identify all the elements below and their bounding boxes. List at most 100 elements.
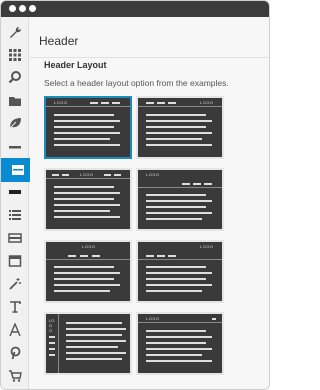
thumb-line	[54, 192, 120, 194]
section-title: Header Layout	[44, 60, 107, 70]
header-layout-option-3[interactable]: LOGO	[44, 168, 132, 231]
thumb-line	[146, 212, 212, 214]
window-control-dot[interactable]	[9, 5, 16, 12]
thumb-line	[146, 342, 206, 344]
thumb-nav	[146, 102, 154, 104]
thumb-nav	[157, 102, 165, 104]
thumb-line	[54, 290, 110, 292]
thumb-nav	[114, 174, 121, 176]
thumb-nav	[49, 348, 55, 350]
thumb-nav	[182, 183, 190, 185]
thumb-logo: LOGO	[146, 316, 160, 321]
section-description: Select a header layout option from the e…	[44, 78, 229, 88]
sidebar-item-footer[interactable]	[1, 180, 29, 204]
header-layout-option-4[interactable]: LOGO	[136, 168, 224, 231]
thumb-nav	[112, 102, 120, 104]
thumb-nav	[146, 255, 154, 257]
thumb-line	[146, 278, 206, 280]
thumb-logo: LOGO	[80, 172, 94, 177]
sidebar-item-leaf[interactable]	[1, 111, 29, 135]
sidebar-item-window[interactable]	[1, 249, 29, 273]
thumb-logo: LOGO	[146, 172, 160, 177]
thumb-nav	[80, 255, 88, 257]
sidebar-item-divider[interactable]	[1, 135, 29, 159]
thumb-line	[146, 330, 206, 332]
sidebar-item-grid[interactable]	[1, 43, 29, 67]
text-icon	[10, 301, 21, 313]
thumb-nav	[49, 342, 55, 344]
thumb-nav	[49, 336, 55, 338]
thumb-line	[54, 198, 114, 200]
folder-icon	[9, 97, 21, 106]
window-titlebar	[1, 1, 269, 17]
thumb-line	[146, 206, 206, 208]
thumb-line	[54, 216, 120, 218]
thumb-logo: LOGO	[200, 100, 214, 105]
magic-wand-icon	[9, 278, 21, 290]
thumb-line	[66, 328, 126, 330]
thumb-nav	[62, 174, 69, 176]
thumb-line	[146, 348, 212, 350]
header-layout-option-1[interactable]: LOGO	[44, 96, 132, 159]
thumb-logo: LOGO	[200, 244, 214, 249]
sidebar-item-folder[interactable]	[1, 89, 29, 113]
sidebar-item-wrench[interactable]	[1, 21, 29, 45]
thumb-line	[146, 120, 212, 122]
thumb-logo: LOGO	[82, 244, 96, 249]
sidebar-item-font[interactable]	[1, 318, 29, 342]
sidebar-item-pinterest[interactable]	[1, 341, 29, 365]
page-title: Header	[39, 34, 79, 48]
thumb-line	[54, 210, 110, 212]
thumb-line	[54, 114, 114, 116]
thumb-line	[66, 334, 122, 336]
pinterest-icon	[10, 346, 21, 360]
leaf-icon	[9, 118, 21, 129]
header-layout-option-5[interactable]: LOGO	[44, 240, 132, 303]
thumb-line	[66, 352, 126, 354]
thumb-nav	[68, 255, 76, 257]
thumb-nav	[157, 255, 165, 257]
header-layout-option-2[interactable]: LOGO	[136, 96, 224, 159]
thumb-line	[54, 186, 114, 188]
main-panel: Header Header Layout Select a header lay…	[30, 17, 269, 389]
sidebar-item-magic-wand[interactable]	[1, 272, 29, 296]
thumb-line	[146, 114, 206, 116]
thumb-nav	[49, 354, 55, 356]
header-layout-option-7[interactable]: LOGO	[44, 312, 132, 375]
thumb-line	[146, 200, 212, 202]
thumb-line	[54, 204, 120, 206]
divider-icon	[9, 146, 21, 149]
thumb-line	[146, 290, 202, 292]
sidebar-item-list[interactable]	[1, 203, 29, 227]
thumb-menu-toggle	[212, 318, 216, 320]
thumb-nav	[193, 183, 201, 185]
header-layout-option-6[interactable]: LOGO	[136, 240, 224, 303]
sidebar-item-cart[interactable]	[1, 364, 29, 388]
thumb-line	[54, 144, 120, 146]
thumb-nav	[52, 174, 59, 176]
thumb-line	[66, 358, 122, 360]
window-control-dot[interactable]	[19, 5, 26, 12]
title-divider	[30, 57, 269, 58]
thumb-line	[146, 194, 206, 196]
thumb-line	[146, 354, 202, 356]
menu-bar-icon	[8, 233, 22, 243]
window-icon	[8, 255, 22, 267]
header-layout-option-8[interactable]: LOGO	[136, 312, 224, 375]
thumb-line	[146, 284, 212, 286]
thumb-line	[146, 126, 206, 128]
header-icon	[12, 165, 24, 175]
window-control-dot[interactable]	[29, 5, 36, 12]
sidebar	[1, 17, 35, 389]
thumb-line	[54, 126, 114, 128]
sidebar-item-search[interactable]	[1, 65, 29, 89]
wrench-icon	[10, 26, 22, 38]
thumb-line	[146, 360, 212, 362]
footer-icon	[9, 190, 21, 194]
list-icon	[9, 210, 21, 220]
thumb-nav	[168, 255, 176, 257]
thumb-line	[146, 272, 212, 274]
thumb-line	[54, 138, 110, 140]
sidebar-item-menu-bar[interactable]	[1, 226, 29, 250]
sidebar-item-text[interactable]	[1, 295, 29, 319]
